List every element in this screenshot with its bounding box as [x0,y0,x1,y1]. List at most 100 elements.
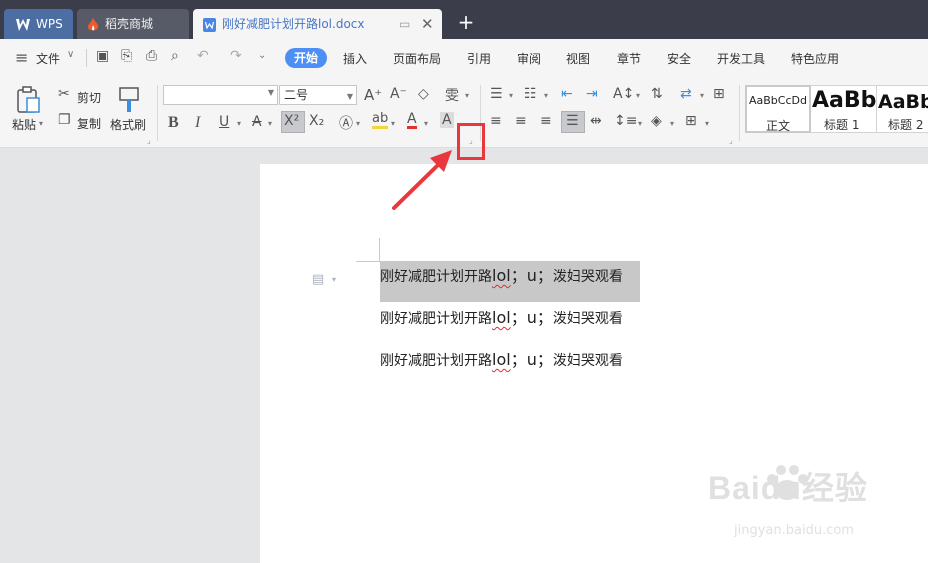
cut-button[interactable]: 剪切 [77,89,101,106]
align-right-icon[interactable]: ≡ [540,113,552,129]
clear-format-icon[interactable]: ◇ [418,86,429,102]
menu-insert[interactable]: 插入 [343,50,367,67]
format-painter-label[interactable]: 格式刷 [110,116,146,133]
align-left-icon[interactable]: ≡ [490,113,502,129]
chevron-down-icon[interactable]: ▾ [391,119,395,128]
tab-wps-label: WPS [36,17,63,31]
shrink-font-icon[interactable]: A⁻ [390,86,407,102]
copy-button[interactable]: 复制 [77,115,101,132]
title-bar: WPS 稻壳商城 刚好减肥计划开路lol.docx ▭ ✕ + [0,0,928,39]
chevron-down-icon[interactable]: ▾ [237,119,241,128]
menu-security[interactable]: 安全 [667,50,691,67]
tab-store-label: 稻壳商城 [105,17,154,31]
misspelled-word[interactable]: lol [492,350,511,369]
strikethrough-icon[interactable]: A [252,114,262,130]
paste-dropdown-icon[interactable]: ▾ [39,119,43,128]
export-icon[interactable]: ⎘ [121,48,132,64]
text-direction-icon[interactable]: A↕ [613,86,634,102]
chevron-down-icon[interactable]: ▾ [509,91,513,100]
style-normal-label: 正文 [766,119,791,133]
paste-icon[interactable] [15,86,41,114]
new-tab-icon[interactable]: + [456,12,476,32]
document-line-2[interactable]: 刚好减肥计划开路lol；u；泼妇哭观看 [380,304,623,328]
tab-document[interactable]: 刚好减肥计划开路lol.docx ▭ ✕ [193,9,442,39]
menu-file[interactable]: 文件 [36,50,60,67]
watermark-url: jingyan.baidu.com [734,523,854,538]
misspelled-word[interactable]: lol [492,266,511,285]
chevron-down-icon[interactable]: ▾ [638,119,642,128]
menu-page-layout[interactable]: 页面布局 [393,50,441,67]
chevron-down-icon[interactable]: ▾ [705,119,709,128]
menu-start[interactable]: 开始 [285,48,327,68]
menu-special-apps[interactable]: 特色应用 [791,50,839,67]
margin-corner-mark [379,238,380,262]
shading-bucket-icon[interactable]: ◈ [651,113,662,129]
quick-access-dropdown-icon[interactable]: ⌄ [258,50,266,61]
decrease-indent-icon[interactable]: ⇤ [561,86,573,102]
chevron-down-icon: ▼ [346,92,353,101]
highlight-icon[interactable]: ab [372,112,389,129]
close-tab-icon[interactable]: ✕ [421,9,434,39]
copy-icon[interactable]: ❐ [58,112,71,128]
document-line-1[interactable]: 刚好减肥计划开路lol；u；泼妇哭观看 [380,262,623,286]
hamburger-menu-icon[interactable]: ≡ [15,48,28,67]
numbered-list-icon[interactable]: ☷ [524,86,537,102]
line-spacing-icon[interactable]: ↕≡ [614,113,637,129]
borders-icon[interactable]: ⊞ [685,113,697,129]
document-line-3[interactable]: 刚好减肥计划开路lol；u；泼妇哭观看 [380,346,623,370]
paragraph-dialog-launcher-icon[interactable]: ⌟ [729,136,733,145]
chevron-down-icon[interactable]: ▾ [670,119,674,128]
menu-references[interactable]: 引用 [467,50,491,67]
redo-icon[interactable]: ↷ [230,48,242,64]
chevron-down-icon[interactable]: ▾ [636,91,640,100]
highlight-box [457,123,485,160]
window-mode-icon[interactable]: ▭ [399,9,410,39]
print-preview-icon[interactable]: ⌕ [171,48,179,64]
chevron-down-icon[interactable]: ▾ [544,91,548,100]
chevron-down-icon[interactable]: ▾ [268,119,272,128]
table-icon[interactable]: ⊞ [713,86,725,102]
menu-review[interactable]: 审阅 [517,50,541,67]
tab-store[interactable]: 稻壳商城 [77,9,189,39]
paragraph-layout-icon[interactable]: ⇄ [680,86,692,102]
grow-font-icon[interactable]: A⁺ [364,86,382,104]
bold-icon[interactable]: B [168,114,179,132]
distributed-icon[interactable]: ⇹ [590,113,602,129]
font-color-icon[interactable]: A [407,112,417,129]
phonetic-guide-icon[interactable]: 雯 [445,85,459,105]
chevron-down-icon[interactable]: ▾ [356,119,360,128]
font-name-combo[interactable]: ▼ [163,85,278,105]
subscript-icon[interactable]: X₂ [309,113,324,129]
style-heading-1[interactable]: AaBb 标题 1 [811,85,877,133]
tab-wps[interactable]: WPS [4,9,73,39]
line-text: ；u； [510,350,553,369]
bullet-list-icon[interactable]: ☰ [490,86,503,102]
font-size-combo[interactable]: 二号 ▼ [279,85,357,105]
underline-icon[interactable]: U [219,114,229,130]
menu-view[interactable]: 视图 [566,50,590,67]
align-center-icon[interactable]: ≡ [515,113,527,129]
character-shading-icon[interactable]: A [440,112,454,128]
chevron-down-icon[interactable]: ▾ [465,91,469,100]
paragraph-handle-icon[interactable]: ▤ [312,272,324,287]
print-icon[interactable]: ⎙ [146,48,157,64]
chevron-down-icon[interactable]: ▾ [332,275,336,284]
increase-indent-icon[interactable]: ⇥ [586,86,598,102]
sort-icon[interactable]: ⇅ [651,86,663,102]
chevron-down-icon[interactable]: ∨ [67,49,74,60]
clipboard-dialog-launcher-icon[interactable]: ⌟ [147,136,151,145]
style-heading-2[interactable]: AaBb 标题 2 [877,85,928,133]
style-normal[interactable]: AaBbCcDd 正文 [745,85,811,133]
scissors-icon[interactable]: ✂ [58,86,70,102]
undo-icon[interactable]: ↶ [197,48,209,64]
menu-chapter[interactable]: 章节 [617,50,641,67]
misspelled-word[interactable]: lol [492,308,511,327]
format-painter-icon[interactable] [117,86,141,114]
italic-icon[interactable]: I [195,114,200,132]
paste-label[interactable]: 粘贴 [12,116,36,133]
menu-developer-tools[interactable]: 开发工具 [717,50,765,67]
text-effect-icon[interactable]: Ⓐ [339,113,353,133]
chevron-down-icon[interactable]: ▾ [424,119,428,128]
chevron-down-icon[interactable]: ▾ [700,91,704,100]
save-icon[interactable]: ▣ [96,48,109,64]
